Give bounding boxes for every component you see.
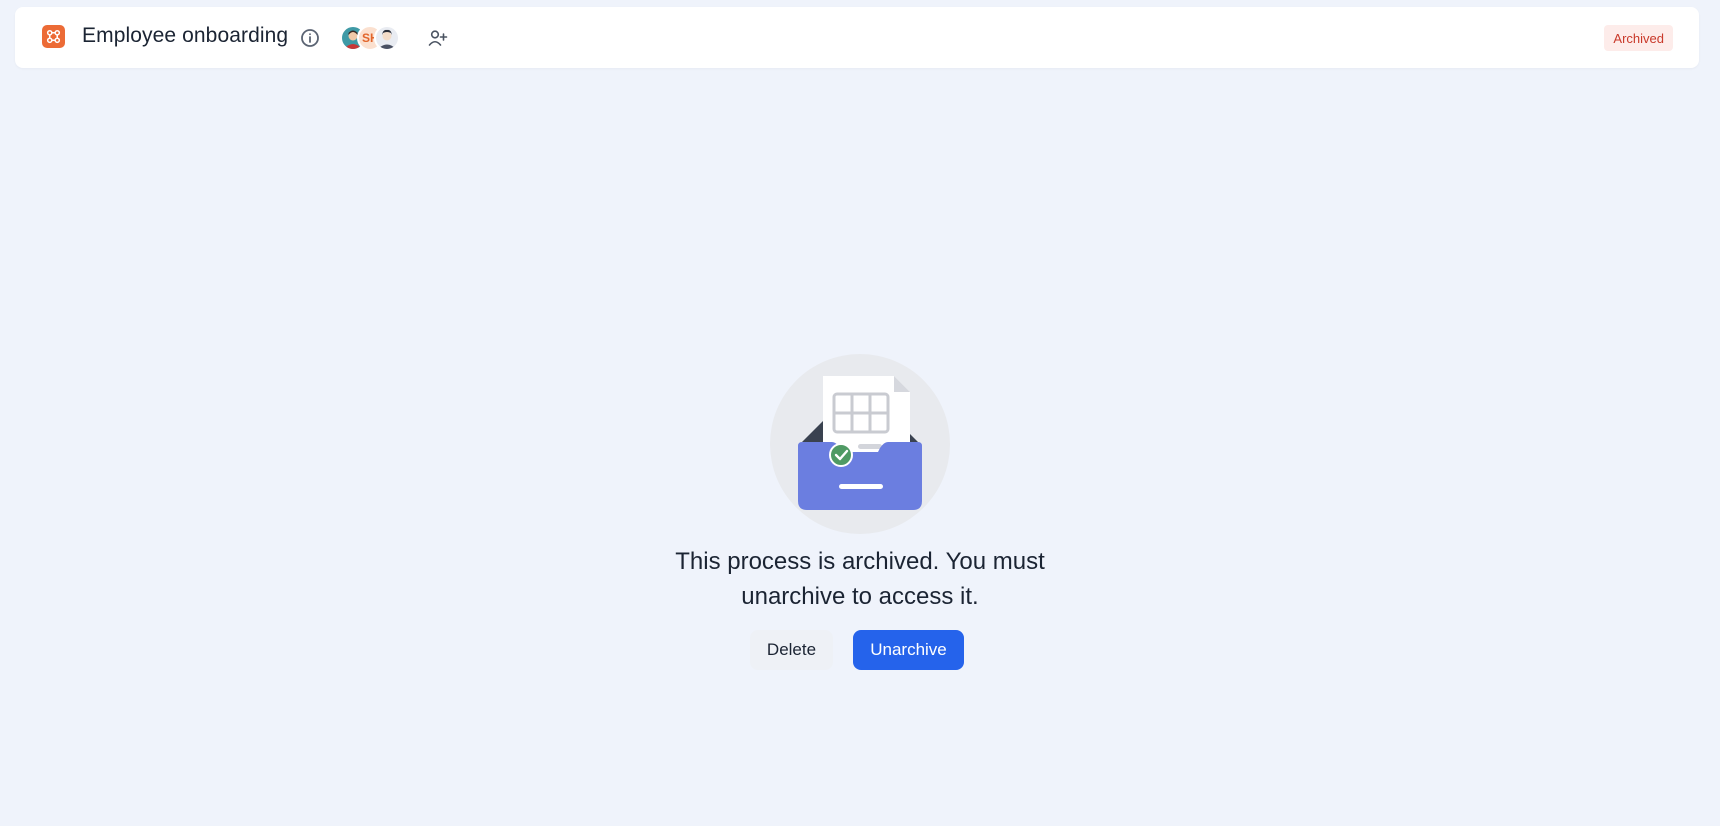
delete-button[interactable]: Delete — [750, 630, 833, 670]
avatar[interactable] — [374, 25, 400, 51]
action-buttons: Delete Unarchive — [750, 630, 964, 670]
status-badge: Archived — [1604, 25, 1673, 51]
archived-inbox-illustration — [770, 354, 950, 534]
archived-message: This process is archived. You must unarc… — [675, 548, 1045, 610]
process-logo-icon[interactable] — [42, 25, 65, 48]
archived-empty-state: This process is archived. You must unarc… — [0, 354, 1720, 670]
top-bar: Employee onboarding SH Archived — [15, 7, 1699, 68]
info-icon[interactable] — [299, 27, 321, 49]
add-user-icon[interactable] — [428, 29, 450, 49]
unarchive-button[interactable]: Unarchive — [853, 630, 964, 670]
page-title: Employee onboarding — [82, 24, 289, 47]
